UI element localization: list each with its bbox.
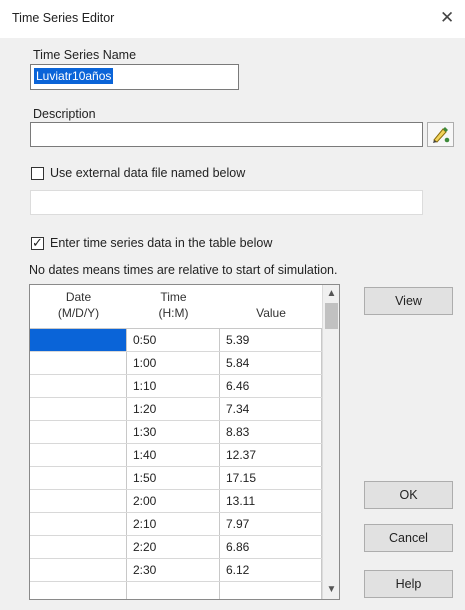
- cancel-button[interactable]: Cancel: [364, 524, 453, 552]
- value-header[interactable]: Value: [220, 285, 322, 329]
- time-cell[interactable]: 2:10: [127, 513, 219, 535]
- time-cell[interactable]: 2:20: [127, 536, 219, 558]
- title-bar: Time Series Editor ✕: [0, 0, 465, 38]
- relative-times-note: No dates means times are relative to sta…: [29, 263, 338, 277]
- time-cell[interactable]: 1:00: [127, 352, 219, 374]
- table-row[interactable]: 2:00 13.11: [30, 490, 323, 513]
- time-cell[interactable]: 0:50: [127, 329, 219, 351]
- value-cell[interactable]: 13.11: [220, 490, 321, 512]
- date-cell[interactable]: [30, 398, 126, 420]
- close-icon[interactable]: ✕: [440, 8, 454, 28]
- table-row[interactable]: 2:10 7.97: [30, 513, 323, 536]
- time-cell[interactable]: 2:00: [127, 490, 219, 512]
- table-row[interactable]: 1:50 17.15: [30, 467, 323, 490]
- time-cell[interactable]: 1:40: [127, 444, 219, 466]
- value-cell[interactable]: 5.84: [220, 352, 321, 374]
- table-row[interactable]: 2:30 6.12: [30, 559, 323, 582]
- table-row[interactable]: 2:20 6.86: [30, 536, 323, 559]
- time-cell[interactable]: 1:50: [127, 467, 219, 489]
- table-row[interactable]: 1:10 6.46: [30, 375, 323, 398]
- date-cell[interactable]: [30, 444, 126, 466]
- pencil-icon: [433, 127, 450, 143]
- time-series-table[interactable]: Date (M/D/Y) Time (H:M) Value 0:50 5.39 …: [29, 284, 340, 600]
- time-header-line2: (H:M): [158, 306, 189, 320]
- table-row[interactable]: 1:40 12.37: [30, 444, 323, 467]
- time-cell[interactable]: 1:10: [127, 375, 219, 397]
- time-series-name-input[interactable]: Luviatr10años: [30, 64, 239, 90]
- time-cell[interactable]: 1:30: [127, 421, 219, 443]
- use-external-file-checkbox[interactable]: [31, 167, 44, 180]
- value-cell[interactable]: 17.15: [220, 467, 321, 489]
- window-title: Time Series Editor: [12, 11, 115, 25]
- scroll-thumb[interactable]: [325, 303, 338, 329]
- date-cell[interactable]: [30, 559, 126, 581]
- scroll-up-arrow-icon[interactable]: ▲: [323, 285, 339, 302]
- enter-table-data-label: Enter time series data in the table belo…: [50, 236, 273, 250]
- table-row[interactable]: 1:00 5.84: [30, 352, 323, 375]
- value-cell[interactable]: 7.97: [220, 513, 321, 535]
- value-cell[interactable]: 7.34: [220, 398, 321, 420]
- edit-description-button[interactable]: [427, 122, 454, 147]
- date-cell[interactable]: [30, 375, 126, 397]
- description-label: Description: [33, 107, 96, 121]
- value-cell[interactable]: 6.46: [220, 375, 321, 397]
- date-cell[interactable]: [30, 421, 126, 443]
- use-external-file-label: Use external data file named below: [50, 166, 246, 180]
- date-cell[interactable]: [30, 490, 126, 512]
- value-cell[interactable]: 8.83: [220, 421, 321, 443]
- table-row[interactable]: 1:20 7.34: [30, 398, 323, 421]
- time-cell[interactable]: 1:20: [127, 398, 219, 420]
- external-file-path-input[interactable]: [30, 190, 423, 215]
- time-series-name-value: Luviatr10años: [34, 68, 114, 84]
- time-header-line1: Time: [160, 290, 187, 304]
- table-scrollbar[interactable]: ▲ ▼: [322, 285, 339, 599]
- checkmark-icon: ✓: [32, 235, 43, 250]
- date-cell[interactable]: [30, 329, 126, 351]
- date-header-line2: (M/D/Y): [57, 306, 100, 320]
- time-header[interactable]: Time (H:M): [127, 285, 220, 329]
- date-cell[interactable]: [30, 352, 126, 374]
- scroll-down-arrow-icon[interactable]: ▼: [323, 581, 339, 598]
- date-header[interactable]: Date (M/D/Y): [30, 285, 127, 329]
- date-header-line1: Date: [65, 290, 92, 304]
- value-cell[interactable]: 6.12: [220, 559, 321, 581]
- date-cell[interactable]: [30, 467, 126, 489]
- date-cell[interactable]: [30, 536, 126, 558]
- value-cell[interactable]: 12.37: [220, 444, 321, 466]
- view-button[interactable]: View: [364, 287, 453, 315]
- value-cell[interactable]: 6.86: [220, 536, 321, 558]
- table-row[interactable]: 1:30 8.83: [30, 421, 323, 444]
- date-cell[interactable]: [30, 513, 126, 535]
- help-button[interactable]: Help: [364, 570, 453, 598]
- time-cell[interactable]: 2:30: [127, 559, 219, 581]
- table-row[interactable]: 0:50 5.39: [30, 329, 323, 352]
- description-input[interactable]: [30, 122, 423, 147]
- time-series-name-label: Time Series Name: [33, 48, 137, 62]
- enter-table-data-checkbox[interactable]: ✓: [31, 235, 44, 250]
- value-cell[interactable]: 5.39: [220, 329, 321, 351]
- value-header-label: Value: [256, 306, 286, 320]
- ok-button[interactable]: OK: [364, 481, 453, 509]
